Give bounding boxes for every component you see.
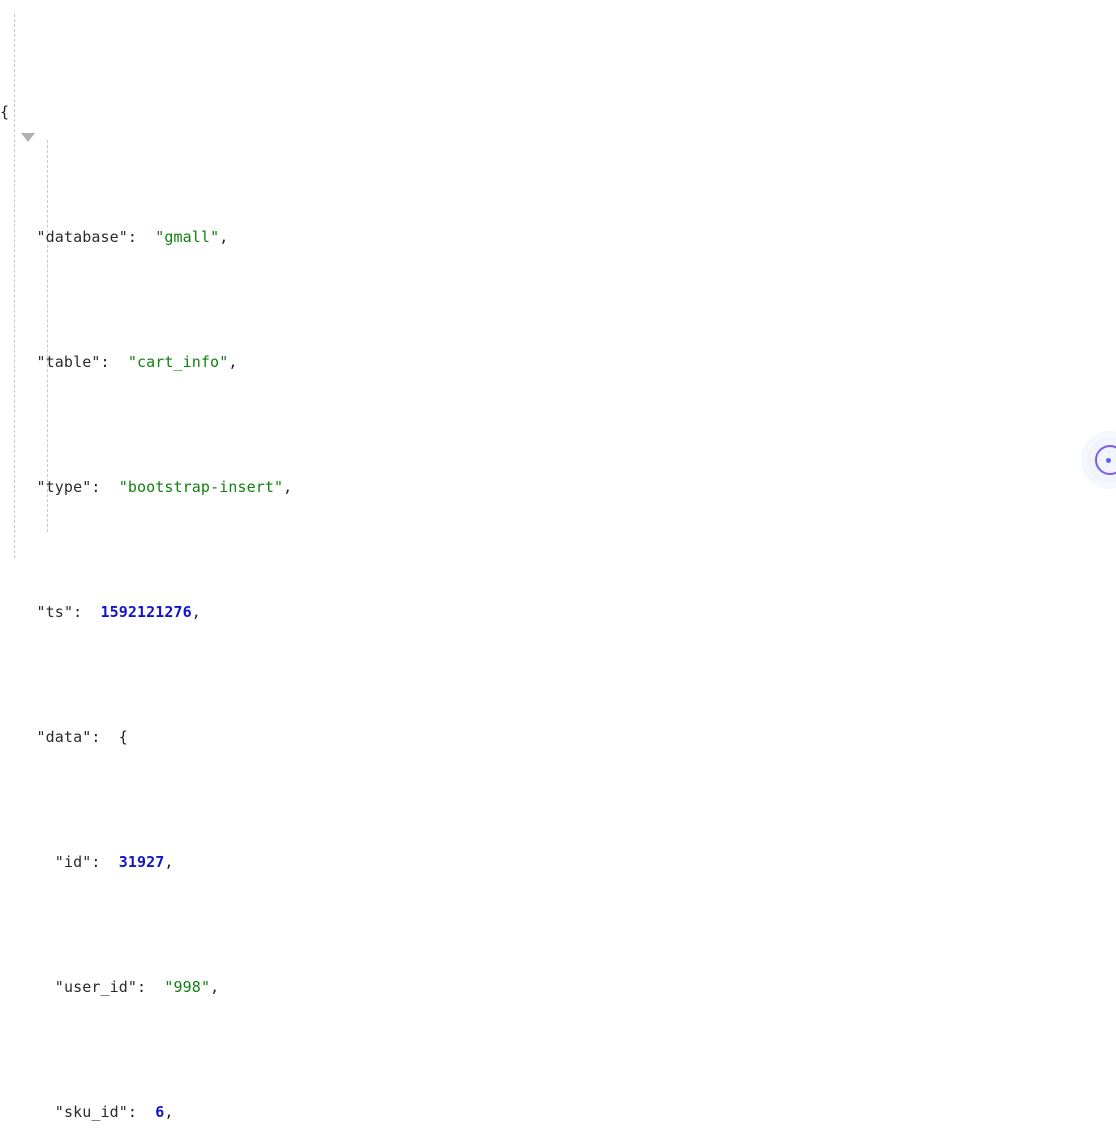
quote-glyph: " bbox=[118, 1103, 128, 1121]
json-code-block: { "database": "gmall", "table": "cart_in… bbox=[0, 0, 1116, 1144]
quote-glyph: " bbox=[219, 353, 229, 371]
comma-glyph: , bbox=[191, 603, 201, 621]
json-value-type: bootstrap-insert bbox=[127, 478, 274, 496]
json-value-table: cart_info bbox=[137, 353, 220, 371]
comma-glyph: , bbox=[164, 853, 174, 871]
json-viewer: { "database": "gmall", "table": "cart_in… bbox=[0, 0, 1116, 1121]
quote-glyph: " bbox=[164, 978, 174, 996]
badge-dot-icon bbox=[1106, 458, 1111, 463]
quote-glyph: " bbox=[118, 478, 128, 496]
quote-glyph: " bbox=[82, 728, 92, 746]
quote-glyph: " bbox=[210, 228, 220, 246]
quote-glyph: " bbox=[200, 978, 211, 996]
comma-glyph: , bbox=[164, 1103, 174, 1121]
colon-glyph: : bbox=[100, 353, 110, 371]
quote-glyph: " bbox=[54, 853, 64, 871]
json-line-id: "id": 31927, bbox=[0, 850, 1116, 875]
json-key-type: type bbox=[45, 478, 83, 496]
comma-glyph: , bbox=[210, 978, 220, 996]
quote-glyph: " bbox=[36, 603, 46, 621]
json-key-id: id bbox=[63, 853, 83, 871]
quote-glyph: " bbox=[36, 228, 46, 246]
json-key-database: database bbox=[45, 228, 119, 246]
json-key-data: data bbox=[45, 728, 83, 746]
json-key-user-id: user_id bbox=[63, 978, 128, 996]
json-line: { bbox=[0, 100, 1116, 125]
json-line-table: "table": "cart_info", bbox=[0, 350, 1116, 375]
quote-glyph: " bbox=[82, 478, 92, 496]
json-value-user-id: 998 bbox=[173, 978, 201, 996]
json-value-database: gmall bbox=[164, 228, 211, 246]
brace-open: { bbox=[118, 728, 128, 746]
quote-glyph: " bbox=[82, 853, 92, 871]
json-line-data: "data": { bbox=[0, 725, 1116, 750]
quote-glyph: " bbox=[54, 978, 64, 996]
colon-glyph: : bbox=[73, 603, 83, 621]
quote-glyph: " bbox=[54, 1103, 64, 1121]
quote-glyph: " bbox=[36, 728, 46, 746]
quote-glyph: " bbox=[118, 228, 128, 246]
json-value-id: 31927 bbox=[118, 853, 165, 871]
comma-glyph: , bbox=[228, 353, 238, 371]
json-line-ts: "ts": 1592121276, bbox=[0, 600, 1116, 625]
json-line-database: "database": "gmall", bbox=[0, 225, 1116, 250]
quote-glyph: " bbox=[127, 978, 137, 996]
brace-open: { bbox=[0, 103, 10, 121]
json-line-type: "type": "bootstrap-insert", bbox=[0, 475, 1116, 500]
colon-glyph: : bbox=[127, 1103, 138, 1121]
json-key-ts: ts bbox=[45, 603, 64, 621]
colon-glyph: : bbox=[137, 978, 147, 996]
colon-glyph: : bbox=[91, 853, 101, 871]
json-key-sku-id: sku_id bbox=[63, 1103, 119, 1121]
comma-glyph: , bbox=[219, 228, 229, 246]
colon-glyph: : bbox=[91, 728, 101, 746]
quote-glyph: " bbox=[127, 353, 138, 371]
json-value-ts: 1592121276 bbox=[100, 603, 192, 621]
json-line-sku-id: "sku_id": 6, bbox=[0, 1100, 1116, 1125]
colon-glyph: : bbox=[127, 228, 137, 246]
quote-glyph: " bbox=[63, 603, 74, 621]
json-value-sku-id: 6 bbox=[155, 1103, 165, 1121]
colon-glyph: : bbox=[91, 478, 101, 496]
quote-glyph: " bbox=[36, 353, 46, 371]
json-line-user-id: "user_id": "998", bbox=[0, 975, 1116, 1000]
quote-glyph: " bbox=[36, 478, 46, 496]
quote-glyph: " bbox=[273, 478, 284, 496]
comma-glyph: , bbox=[283, 478, 293, 496]
json-key-table: table bbox=[45, 353, 92, 371]
